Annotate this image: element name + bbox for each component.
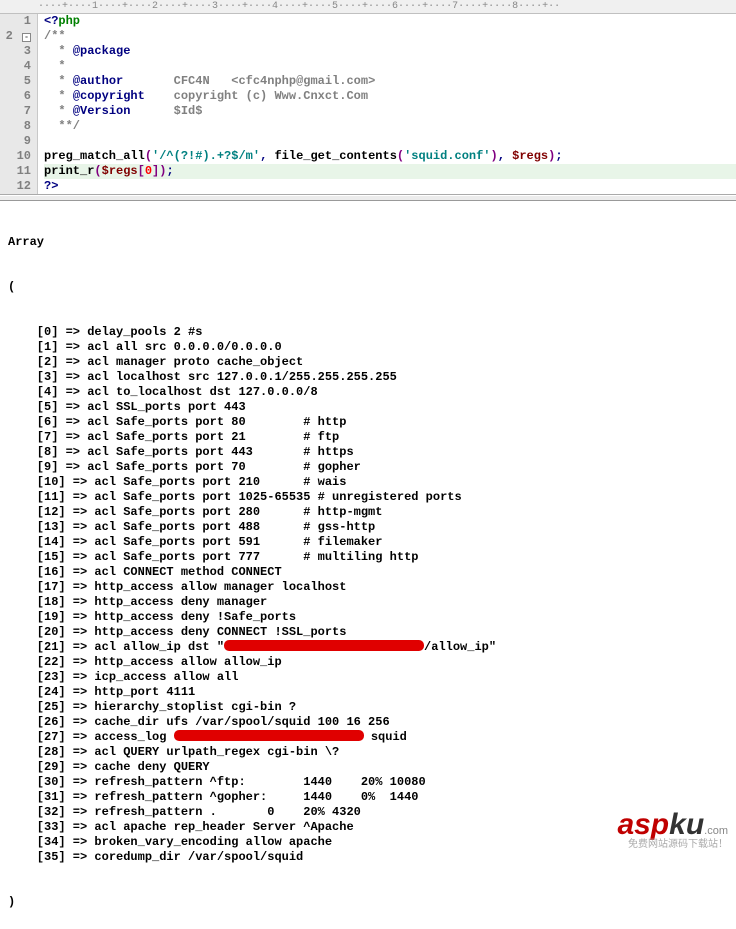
line-number: 2 - <box>0 29 31 44</box>
output-line: [24] => http_port 4111 <box>8 685 736 700</box>
redaction-bar <box>224 640 424 651</box>
code-line[interactable]: * <box>44 59 736 74</box>
output-line: [23] => icp_access allow all <box>8 670 736 685</box>
line-number: 12 <box>0 179 31 194</box>
code-line[interactable]: preg_match_all('/^(?!#).+?$/m', file_get… <box>44 149 736 164</box>
output-line: [18] => http_access deny manager <box>8 595 736 610</box>
output-line: [28] => acl QUERY urlpath_regex cgi-bin … <box>8 745 736 760</box>
watermark: aspku.com 免费网站源码下载站！ <box>617 810 728 850</box>
output-line: [6] => acl Safe_ports port 80 # http <box>8 415 736 430</box>
output-line: ) <box>8 895 736 910</box>
code-line[interactable]: <?php <box>44 14 736 29</box>
code-line[interactable]: ?> <box>44 179 736 194</box>
code-line[interactable]: * @Version $Id$ <box>44 104 736 119</box>
code-line[interactable]: * @package <box>44 44 736 59</box>
line-number: 5 <box>0 74 31 89</box>
code-line[interactable] <box>44 134 736 149</box>
output-line: [35] => coredump_dir /var/spool/squid <box>8 850 736 865</box>
output-line: [3] => acl localhost src 127.0.0.1/255.2… <box>8 370 736 385</box>
output-line: [29] => cache deny QUERY <box>8 760 736 775</box>
output-line: [8] => acl Safe_ports port 443 # https <box>8 445 736 460</box>
output-line: [15] => acl Safe_ports port 777 # multil… <box>8 550 736 565</box>
output-line: [10] => acl Safe_ports port 210 # wais <box>8 475 736 490</box>
column-ruler: ····+····1····+····2····+····3····+····4… <box>0 0 736 14</box>
output-line: [14] => acl Safe_ports port 591 # filema… <box>8 535 736 550</box>
output-line: [26] => cache_dir ufs /var/spool/squid 1… <box>8 715 736 730</box>
watermark-tagline: 免费网站源码下载站！ <box>617 840 728 850</box>
line-number: 4 <box>0 59 31 74</box>
code-content[interactable]: <?php/** * @package * * @author CFC4N <c… <box>38 14 736 194</box>
output-line: [19] => http_access deny !Safe_ports <box>8 610 736 625</box>
output-line: ( <box>8 280 736 295</box>
output-line: [0] => delay_pools 2 #s <box>8 325 736 340</box>
output-line: [7] => acl Safe_ports port 21 # ftp <box>8 430 736 445</box>
output-line: [11] => acl Safe_ports port 1025-65535 #… <box>8 490 736 505</box>
output-line: [9] => acl Safe_ports port 70 # gopher <box>8 460 736 475</box>
output-line: [21] => acl allow_ip dst "/allow_ip" <box>8 640 736 655</box>
line-number: 9 <box>0 134 31 149</box>
line-number: 10 <box>0 149 31 164</box>
output-line: [22] => http_access allow allow_ip <box>8 655 736 670</box>
output-line: Array <box>8 235 736 250</box>
output-line: [5] => acl SSL_ports port 443 <box>8 400 736 415</box>
code-editor[interactable]: 12 -3456789101112 <?php/** * @package * … <box>0 14 736 195</box>
code-line[interactable]: * @copyright copyright (c) Www.Cnxct.Com <box>44 89 736 104</box>
output-line: [20] => http_access deny CONNECT !SSL_po… <box>8 625 736 640</box>
line-number: 3 <box>0 44 31 59</box>
code-line[interactable]: **/ <box>44 119 736 134</box>
output-line: [17] => http_access allow manager localh… <box>8 580 736 595</box>
code-line[interactable]: * @author CFC4N <cfc4nphp@gmail.com> <box>44 74 736 89</box>
line-number: 8 <box>0 119 31 134</box>
output-line: [16] => acl CONNECT method CONNECT <box>8 565 736 580</box>
output-line: [27] => access_log squid <box>8 730 736 745</box>
output-line: [30] => refresh_pattern ^ftp: 1440 20% 1… <box>8 775 736 790</box>
line-number: 1 <box>0 14 31 29</box>
output-line: [4] => acl to_localhost dst 127.0.0.0/8 <box>8 385 736 400</box>
redaction-bar <box>174 730 364 741</box>
line-number-gutter: 12 -3456789101112 <box>0 14 38 194</box>
line-number: 11 <box>0 164 31 179</box>
output-line: [25] => hierarchy_stoplist cgi-bin ? <box>8 700 736 715</box>
output-line: [31] => refresh_pattern ^gopher: 1440 0%… <box>8 790 736 805</box>
line-number: 7 <box>0 104 31 119</box>
output-line: [13] => acl Safe_ports port 488 # gss-ht… <box>8 520 736 535</box>
watermark-logo: aspku.com <box>617 810 728 840</box>
code-line[interactable]: print_r($regs[0]); <box>44 164 736 179</box>
fold-icon[interactable]: - <box>22 33 31 42</box>
line-number: 6 <box>0 89 31 104</box>
output-line: [1] => acl all src 0.0.0.0/0.0.0.0 <box>8 340 736 355</box>
output-line: [2] => acl manager proto cache_object <box>8 355 736 370</box>
output-line: [12] => acl Safe_ports port 280 # http-m… <box>8 505 736 520</box>
code-line[interactable]: /** <box>44 29 736 44</box>
